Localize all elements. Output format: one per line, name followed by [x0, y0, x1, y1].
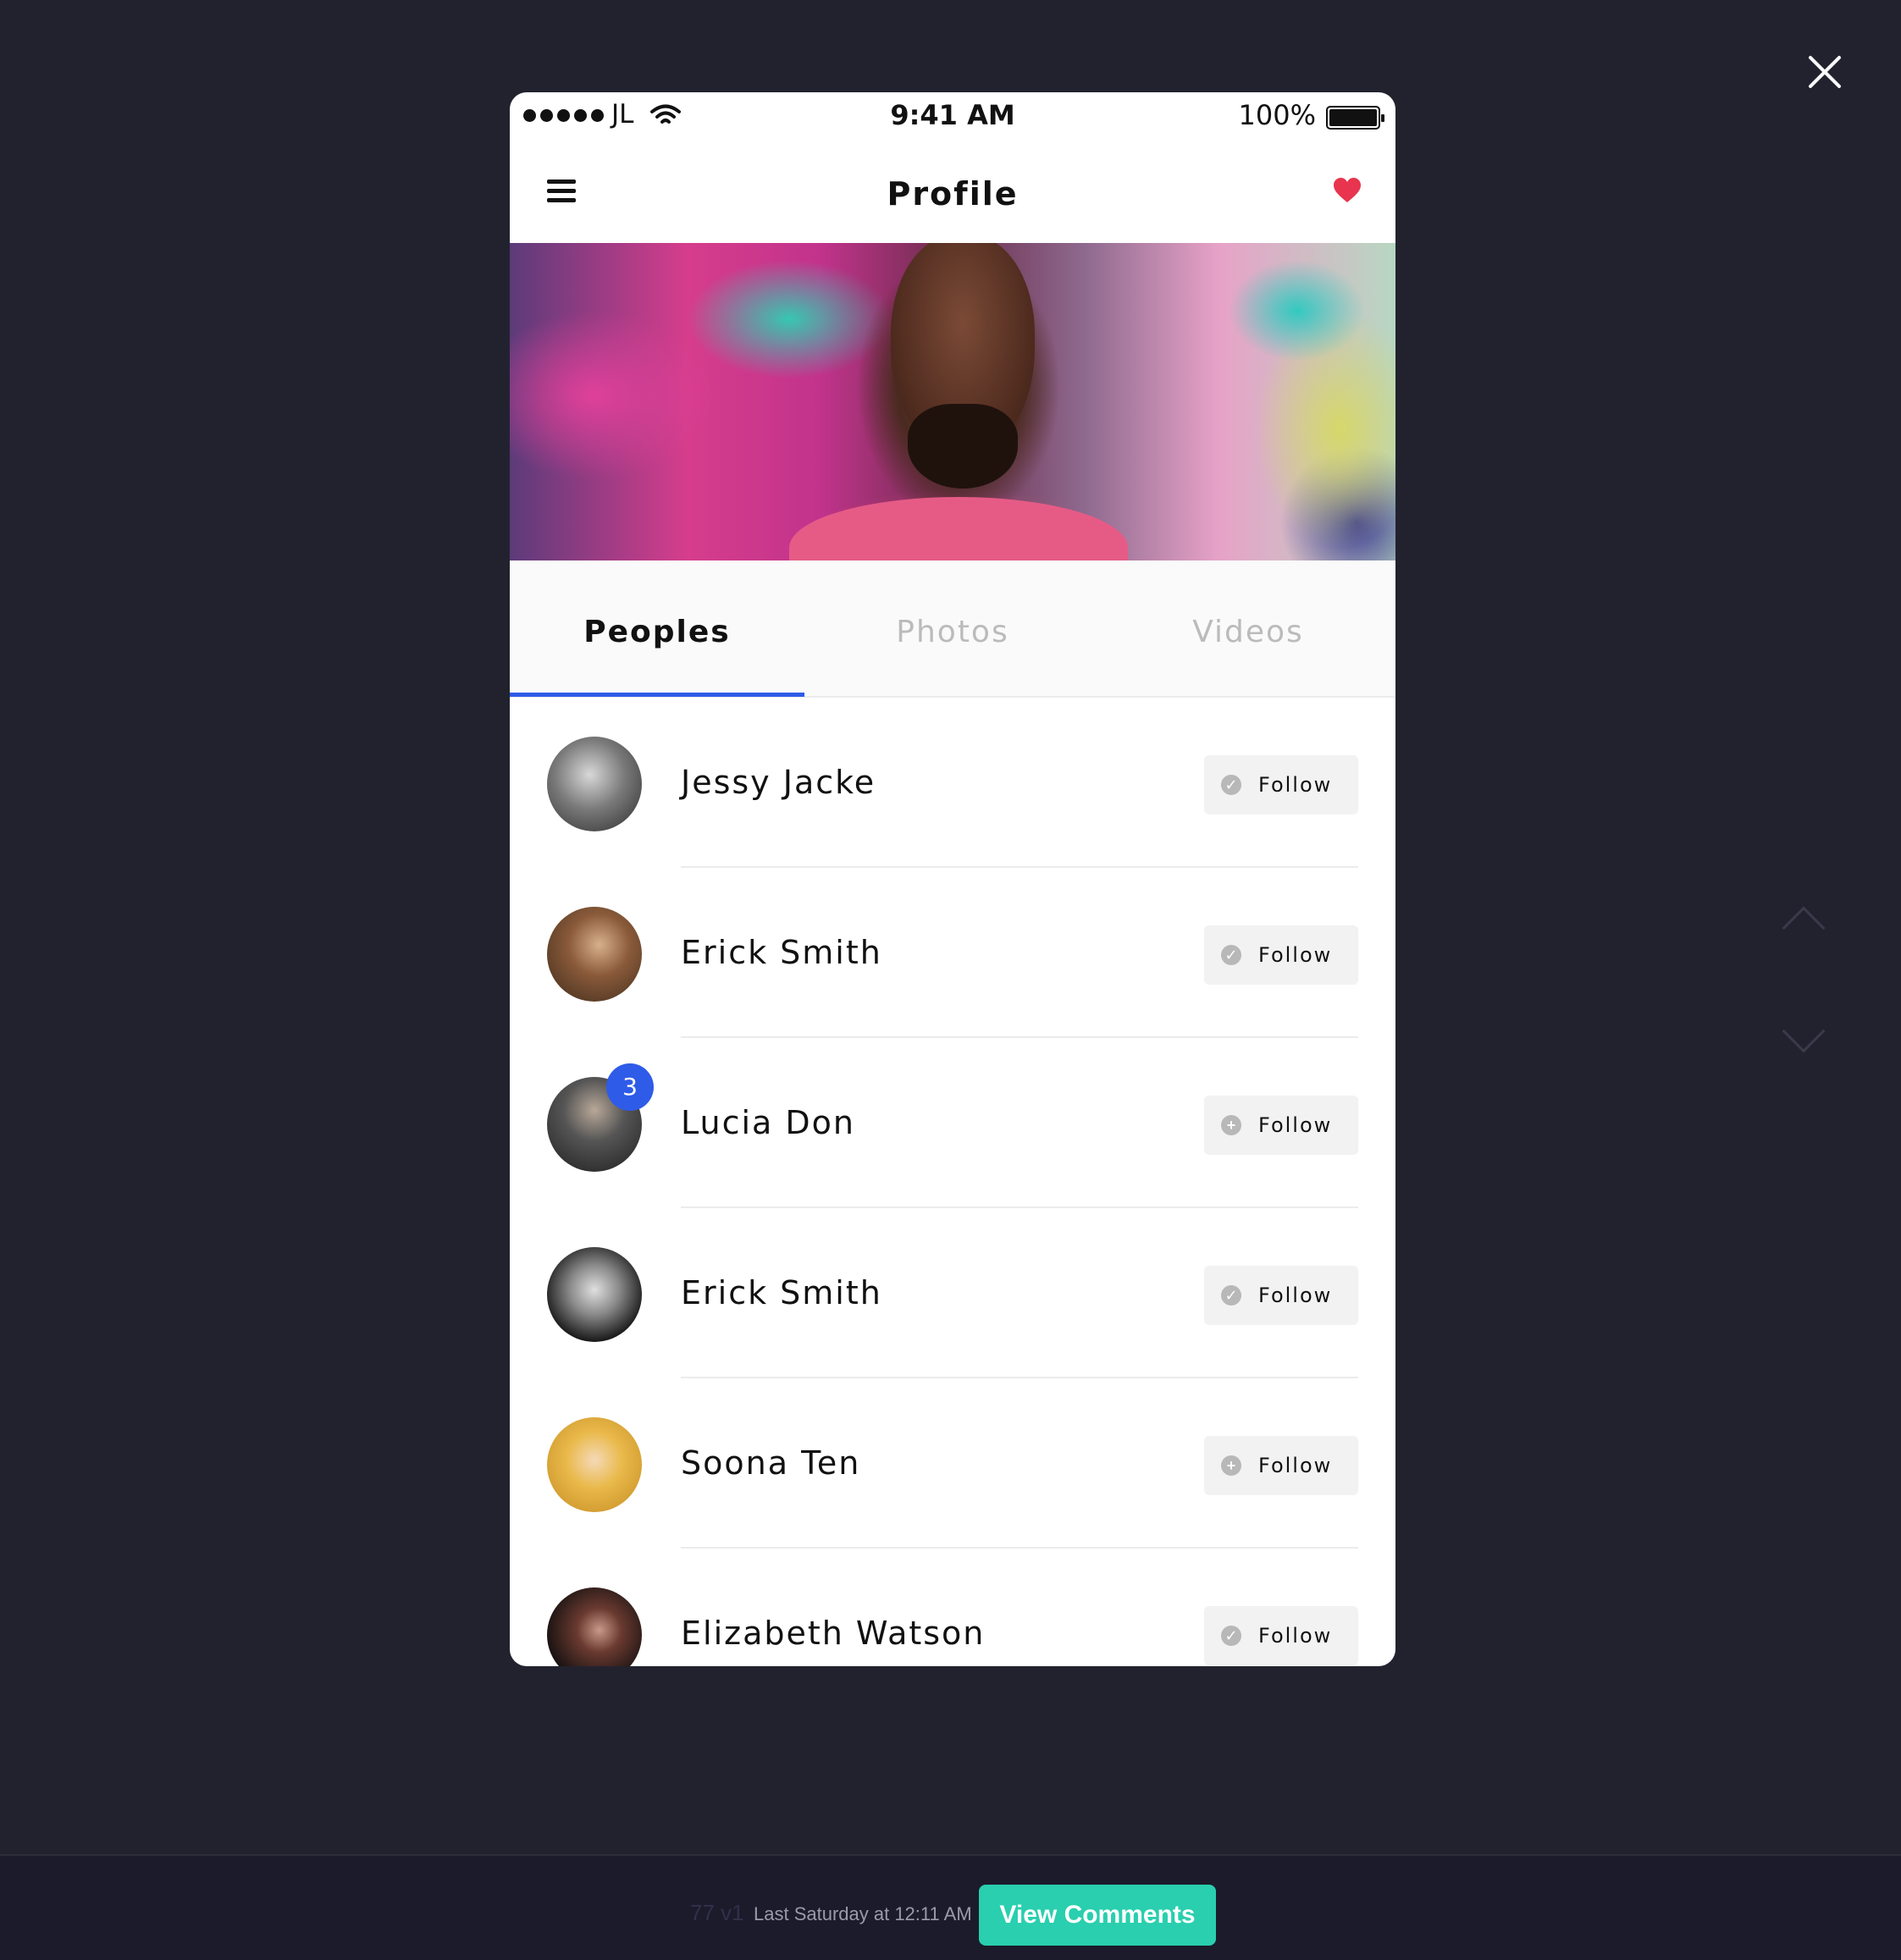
avatar [547, 1247, 642, 1342]
person-name: Elizabeth Watson [681, 1615, 986, 1652]
follow-button[interactable]: ✓ Follow [1204, 1266, 1358, 1325]
list-item[interactable]: Jessy Jacke ✓ Follow [510, 698, 1395, 868]
plus-icon: + [1221, 1115, 1241, 1135]
phone-screen: JL 9:41 AM 100% Profile Peoples Photos V… [510, 92, 1395, 1666]
avatar [547, 1587, 642, 1666]
list-item[interactable]: 3 Lucia Don + Follow [510, 1038, 1395, 1208]
battery-percentage: 100% [1238, 99, 1316, 131]
avatar [547, 1417, 642, 1512]
tab-videos[interactable]: Videos [1101, 560, 1395, 696]
plus-icon: + [1221, 1455, 1241, 1476]
timestamp: Last Saturday at 12:11 AM [754, 1903, 972, 1924]
chevron-down-icon[interactable] [1782, 1009, 1826, 1053]
people-list: Jessy Jacke ✓ Follow Erick Smith ✓ Follo… [510, 698, 1395, 1666]
check-icon: ✓ [1221, 1626, 1241, 1646]
follow-label: Follow [1258, 1284, 1333, 1307]
follow-button[interactable]: + Follow [1204, 1436, 1358, 1495]
list-item[interactable]: Elizabeth Watson ✓ Follow [510, 1549, 1395, 1666]
avatar [547, 907, 642, 1002]
notification-badge: 3 [606, 1063, 654, 1111]
follow-label: Follow [1258, 1454, 1333, 1477]
follow-label: Follow [1258, 1113, 1333, 1137]
footer-bar: 77 v1 Last Saturday at 12:11 AM View Com… [0, 1854, 1901, 1960]
view-comments-button[interactable]: View Comments [979, 1885, 1216, 1946]
heart-icon[interactable] [1333, 177, 1362, 208]
page-title: Profile [887, 175, 1019, 213]
person-name: Lucia Don [681, 1104, 855, 1141]
profile-cover-photo [510, 243, 1395, 560]
chevron-up-icon[interactable] [1782, 906, 1826, 950]
follow-label: Follow [1258, 773, 1333, 797]
person-name: Jessy Jacke [681, 764, 876, 801]
follow-button[interactable]: ✓ Follow [1204, 1606, 1358, 1665]
person-name: Erick Smith [681, 934, 882, 971]
tab-photos[interactable]: Photos [805, 560, 1100, 696]
follow-button[interactable]: + Follow [1204, 1096, 1358, 1155]
list-item[interactable]: Erick Smith ✓ Follow [510, 1208, 1395, 1378]
status-bar: JL 9:41 AM 100% [510, 92, 1395, 143]
check-icon: ✓ [1221, 1285, 1241, 1306]
navigation-bar: Profile [510, 143, 1395, 243]
follow-label: Follow [1258, 943, 1333, 967]
person-name: Erick Smith [681, 1274, 882, 1311]
list-item[interactable]: Soona Ten + Follow [510, 1378, 1395, 1549]
battery-icon [1326, 106, 1384, 130]
follow-button[interactable]: ✓ Follow [1204, 755, 1358, 814]
version-label: 77 v1 [690, 1900, 744, 1925]
avatar [547, 737, 642, 831]
close-icon[interactable] [1805, 52, 1844, 91]
follow-label: Follow [1258, 1624, 1333, 1648]
active-tab-indicator [510, 693, 804, 697]
person-name: Soona Ten [681, 1444, 861, 1482]
follow-button[interactable]: ✓ Follow [1204, 925, 1358, 985]
list-item[interactable]: Erick Smith ✓ Follow [510, 868, 1395, 1038]
check-icon: ✓ [1221, 945, 1241, 965]
profile-tabs: Peoples Photos Videos [510, 560, 1395, 698]
check-icon: ✓ [1221, 775, 1241, 795]
tab-peoples[interactable]: Peoples [510, 560, 804, 696]
